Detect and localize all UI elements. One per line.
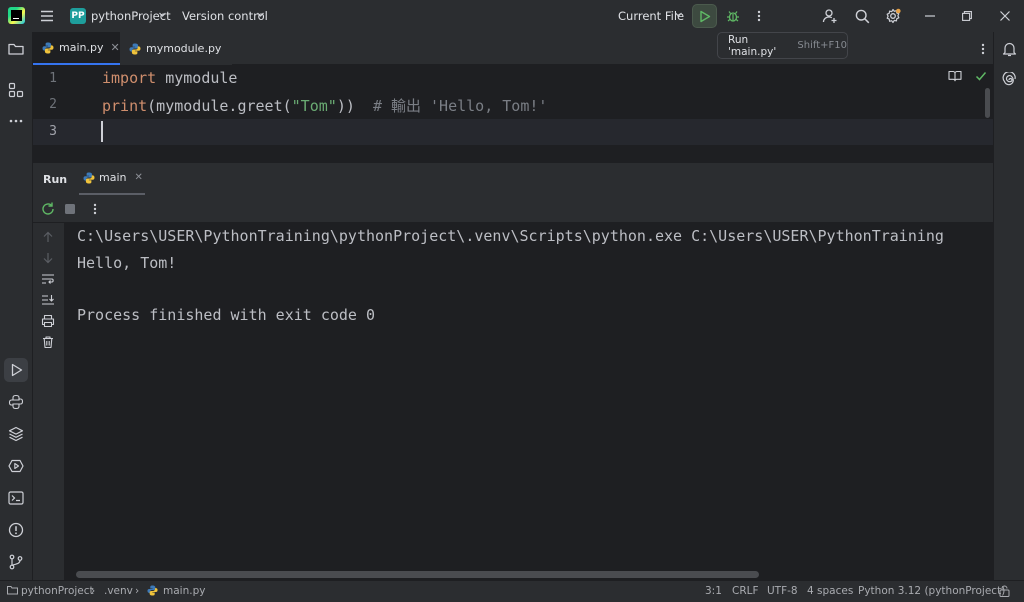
close-tab-icon[interactable]: ✕ xyxy=(110,41,119,54)
tab-label: mymodule.py xyxy=(146,42,222,55)
project-badge[interactable]: PP xyxy=(70,8,86,24)
text-caret xyxy=(101,121,103,142)
python-console-icon[interactable] xyxy=(4,390,28,414)
settings-gear-icon[interactable] xyxy=(882,5,904,27)
arrow-up-icon[interactable] xyxy=(40,229,56,245)
project-folder-icon[interactable] xyxy=(4,37,28,61)
run-toolbar xyxy=(33,195,993,223)
run-icon xyxy=(699,10,710,22)
python-interpreter[interactable]: Python 3.12 (pythonProject) xyxy=(858,585,1005,597)
app-logo-icon[interactable] xyxy=(8,7,25,24)
console-line: C:\Users\USER\PythonTraining\pythonProje… xyxy=(77,227,944,245)
minimize-icon[interactable] xyxy=(920,6,940,26)
git-branch-icon[interactable] xyxy=(4,550,28,574)
breadcrumb-venv[interactable]: .venv xyxy=(104,585,133,597)
console-line: Process finished with exit code 0 xyxy=(77,306,376,324)
structure-icon[interactable] xyxy=(4,78,28,102)
tab-label: main.py xyxy=(59,41,104,54)
editor-scrollbar[interactable] xyxy=(985,88,990,118)
more-vertical-icon[interactable] xyxy=(752,6,766,26)
stop-icon[interactable] xyxy=(63,202,77,216)
right-tool-strip xyxy=(993,32,1024,580)
current-line-highlight xyxy=(33,119,993,145)
line-number: 2 xyxy=(49,97,57,112)
caret-position[interactable]: 3:1 xyxy=(705,585,722,597)
debug-bug-icon xyxy=(727,11,739,22)
python-packages-icon[interactable] xyxy=(4,422,28,446)
python-file-icon xyxy=(129,43,141,54)
python-file-icon xyxy=(83,172,95,183)
code-line-2[interactable]: print(mymodule.greet("Tom")) # 輸出 'Hello… xyxy=(102,95,547,116)
scroll-to-end-icon[interactable] xyxy=(40,292,56,308)
breadcrumb-file[interactable]: main.py xyxy=(163,585,205,597)
chevron-down-icon[interactable] xyxy=(674,10,683,19)
trash-clear-icon[interactable] xyxy=(40,334,56,350)
string-literal: "Tom" xyxy=(291,97,337,115)
debug-button[interactable] xyxy=(722,4,744,28)
code-text: (mymodule.greet( xyxy=(147,97,292,115)
line-ending[interactable]: CRLF xyxy=(732,585,759,597)
keyword: import xyxy=(102,69,157,87)
inspection-ok-check-icon[interactable] xyxy=(974,69,988,83)
code-text: )) xyxy=(336,97,355,115)
version-control-menu[interactable]: Version control xyxy=(182,9,268,23)
folder-icon xyxy=(7,585,18,598)
run-tab-main[interactable]: main ✕ xyxy=(79,162,145,195)
python-file-icon xyxy=(42,42,54,53)
more-vertical-icon[interactable] xyxy=(89,201,101,217)
close-tab-icon[interactable]: ✕ xyxy=(134,172,142,183)
restore-icon[interactable] xyxy=(957,6,977,26)
chevron-down-icon[interactable] xyxy=(256,10,265,19)
print-icon[interactable] xyxy=(40,313,56,329)
terminal-icon[interactable] xyxy=(4,486,28,510)
tab-main-py[interactable]: main.py ✕ xyxy=(33,32,120,65)
ai-assistant-spiral-icon[interactable] xyxy=(997,68,1021,92)
run-tool-icon[interactable] xyxy=(4,358,28,382)
breadcrumb-project[interactable]: pythonProject xyxy=(21,585,94,597)
file-encoding[interactable]: UTF-8 xyxy=(767,585,798,597)
console-horizontal-scrollbar[interactable] xyxy=(76,571,759,578)
code-line-1[interactable]: import mymodule xyxy=(102,69,237,87)
tooltip-shortcut: Shift+F10 xyxy=(797,40,847,51)
more-tools-icon[interactable] xyxy=(4,109,28,133)
comment: # 輸出 'Hello, Tom!' xyxy=(372,97,548,115)
run-panel-title: Run xyxy=(43,173,68,186)
close-icon[interactable] xyxy=(995,6,1015,26)
tooltip-title: Run 'main.py' xyxy=(728,33,777,58)
search-icon[interactable] xyxy=(851,5,873,27)
arrow-down-icon[interactable] xyxy=(40,250,56,266)
hamburger-menu-icon[interactable] xyxy=(38,8,56,24)
editor-tab-bar: main.py ✕ mymodule.py xyxy=(33,32,993,65)
soft-wrap-icon[interactable] xyxy=(40,271,56,287)
reader-mode-icon[interactable] xyxy=(948,70,962,82)
more-vertical-icon[interactable] xyxy=(976,40,990,58)
console-output[interactable] xyxy=(64,223,993,580)
chevron-down-icon[interactable] xyxy=(158,10,167,19)
run-button[interactable] xyxy=(692,4,717,28)
code-text: mymodule xyxy=(156,69,238,87)
chevron-right-icon: › xyxy=(135,585,140,597)
python-file-icon xyxy=(147,585,158,599)
add-user-icon[interactable] xyxy=(819,5,841,27)
line-number: 1 xyxy=(49,71,57,86)
chevron-right-icon: › xyxy=(91,585,96,597)
problems-icon[interactable] xyxy=(4,518,28,542)
rerun-icon[interactable] xyxy=(40,201,56,217)
indent-setting[interactable]: 4 spaces xyxy=(807,585,853,597)
tab-mymodule-py[interactable]: mymodule.py xyxy=(120,32,232,65)
run-panel-header xyxy=(33,162,993,195)
keyword: print xyxy=(102,97,148,115)
console-line: Hello, Tom! xyxy=(77,254,177,272)
services-icon[interactable] xyxy=(4,454,28,478)
notifications-bell-icon[interactable] xyxy=(997,37,1021,61)
run-tab-label: main xyxy=(99,171,127,184)
lock-icon[interactable] xyxy=(999,585,1010,600)
run-tooltip: Run 'main.py' Shift+F10 xyxy=(717,32,848,59)
line-number: 3 xyxy=(49,124,57,139)
